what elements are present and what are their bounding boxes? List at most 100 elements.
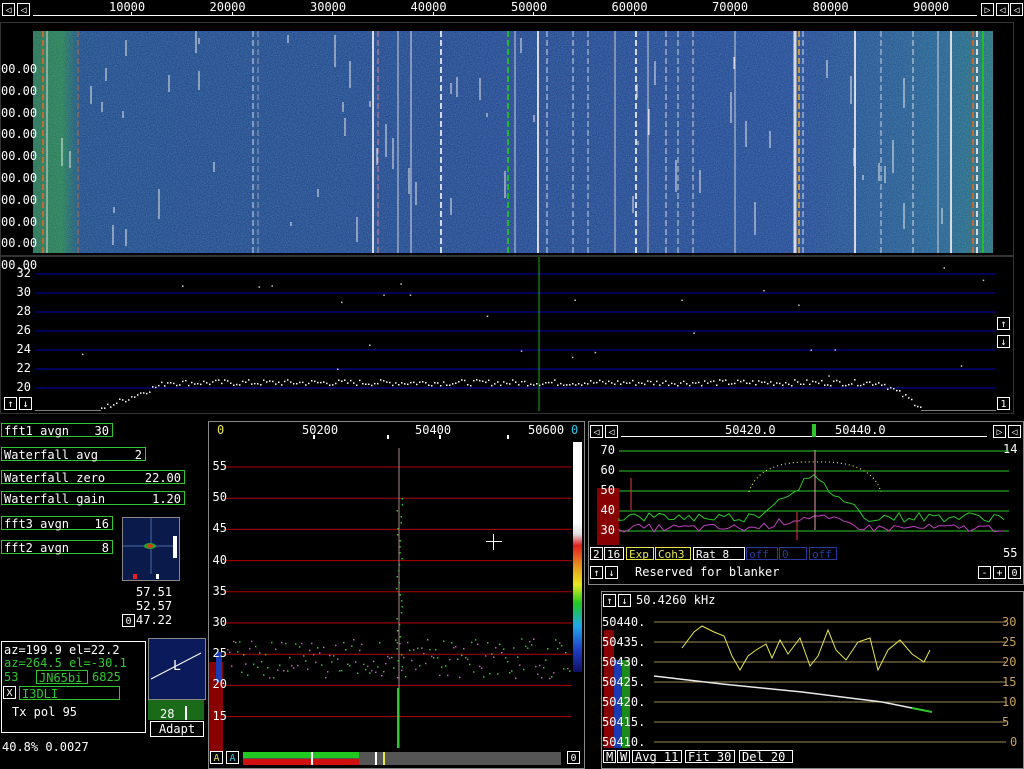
hires-plot[interactable] — [589, 440, 1009, 545]
mini-spectrum-plot[interactable] — [122, 517, 180, 581]
blanker-minus-button[interactable]: - — [978, 566, 991, 579]
mini-readout-3: 47.22 — [136, 613, 173, 627]
station-distance: 6825 — [92, 670, 121, 684]
baseband-a-button-1[interactable]: A — [210, 751, 223, 764]
baseband-panel: 0 50200 50400 50600 0 55 50 45 40 35 30 25 20 15 — [208, 421, 585, 769]
baseband-a-button-2[interactable]: A — [226, 751, 239, 764]
blanker-plus-button[interactable]: + — [993, 566, 1006, 579]
freqtrack-left-label: 50440. — [602, 615, 646, 629]
blanker-zero-button[interactable]: 0 — [1008, 566, 1021, 579]
freq-tick-mark — [332, 12, 333, 16]
hires-up-button[interactable]: ↑ — [590, 566, 603, 579]
baseband-y-label: 45 — [212, 521, 227, 536]
freq-tick-label: 50000 — [511, 0, 548, 14]
hires-control-3[interactable]: Coh3 — [655, 547, 691, 561]
spectrum-zoom-down-button[interactable]: ↓ — [997, 335, 1010, 348]
spectrum-mode-button[interactable]: 1 — [997, 397, 1010, 410]
freq-tick-label: 10000 — [109, 0, 146, 14]
hires-control-2[interactable]: Exp — [626, 547, 654, 561]
freq-tick-mark — [834, 12, 836, 16]
waterfall-zero-field[interactable]: Waterfall zero 22.00 — [1, 470, 185, 485]
freqtrack-left-label: 50435. — [602, 635, 646, 649]
waterfall-panel[interactable]: 00.00 00.00 00.00 00.00 00.00 00.00 00.00 00.00… — [0, 22, 1014, 272]
hires-down-button[interactable]: ↓ — [605, 566, 618, 579]
freqtrack-right-label: 0 — [1010, 735, 1018, 749]
waterfall-avg-field[interactable]: Waterfall avg 2 — [1, 447, 146, 462]
fft1-avgn-label: fft1 avgn — [4, 424, 70, 438]
hires-control-1[interactable]: 16 — [604, 547, 624, 561]
clear-call-button[interactable]: X — [3, 686, 16, 699]
waterfall-gain-label: Waterfall gain — [4, 492, 106, 506]
baseband-level-bar — [243, 752, 561, 765]
hires-scale-line — [621, 436, 987, 437]
adapt-button[interactable]: Adapt — [150, 721, 204, 737]
freqtrack-right-label: 25 — [1002, 635, 1017, 649]
waterfall-gain-field[interactable]: Waterfall gain 1.20 — [1, 491, 185, 506]
freqtrack-bottom-0[interactable]: M — [603, 750, 616, 764]
scroll-right-button-2[interactable]: ◁ — [996, 3, 1009, 16]
fft1-avgn-field[interactable]: fft1 avgn 30 — [1, 423, 113, 438]
hires-control-0[interactable]: 2 — [590, 547, 603, 561]
baseband-freq-tick: 50200 — [302, 423, 339, 437]
freqtrack-bottom-3[interactable]: Fit 30 — [685, 750, 735, 764]
freqtrack-panel: ↑ ↓ 50.4260 kHz 50440. 50435. 50430. 50425.… — [601, 591, 1024, 769]
fft1-avgn-value: 30 — [94, 424, 109, 438]
hires-right-value: 55 — [1003, 546, 1018, 560]
spectrum-plot[interactable] — [1, 257, 1001, 411]
fft3-avgn-field[interactable]: fft3 avgn 16 — [1, 516, 113, 531]
baseband-plot[interactable] — [209, 438, 584, 768]
baseband-y-label: 20 — [212, 677, 227, 692]
hires-right-button-2[interactable]: ◁ — [1008, 425, 1021, 438]
hires-control-7[interactable]: off — [809, 547, 837, 561]
freqtrack-right-label: 20 — [1002, 655, 1017, 669]
spectrum-scroll-up-button[interactable]: ↑ — [4, 397, 17, 410]
scroll-right-button-3[interactable]: ◁ — [1010, 3, 1023, 16]
station-azel-1: az=199.9 el=22.2 — [4, 643, 120, 657]
baseband-y-label: 30 — [212, 615, 227, 629]
waterfall-time-label: 00.00 — [1, 171, 38, 185]
hires-control-5[interactable]: off — [746, 547, 778, 561]
freqtrack-bottom-4[interactable]: Del 20 — [739, 750, 793, 764]
hires-control-4[interactable]: Rat 8 — [693, 547, 745, 561]
mini-readout-1: 57.51 — [136, 585, 173, 599]
waterfall-time-label: 00.00 — [1, 62, 38, 76]
waterfall-time-label: 00.00 — [1, 214, 38, 229]
fft2-avgn-field[interactable]: fft2 avgn 8 — [1, 540, 113, 555]
freqtrack-down-button[interactable]: ↓ — [618, 594, 631, 607]
scroll-left-button-2[interactable]: ◁ — [17, 3, 30, 16]
waterfall-avg-label: Waterfall avg — [4, 448, 98, 462]
scroll-left-button[interactable]: ◁ — [2, 3, 15, 16]
hires-right-button-1[interactable]: ▷ — [993, 425, 1006, 438]
baseband-y-label: 15 — [212, 708, 227, 723]
fft2-avgn-label: fft2 avgn — [4, 541, 70, 555]
baseband-zero-button[interactable]: 0 — [567, 751, 580, 764]
scroll-right-button[interactable]: ▷ — [981, 3, 994, 16]
mini-readout-2: 52.57 — [136, 599, 173, 613]
freqtrack-bottom-2[interactable]: Avg 11 — [632, 750, 682, 764]
freqtrack-title: 50.4260 kHz — [636, 593, 716, 607]
fft3-avgn-label: fft3 avgn — [4, 517, 70, 531]
freq-tick-label: 80000 — [812, 0, 849, 14]
spectrum-y-label: 20 — [16, 380, 31, 394]
mini-reset-button[interactable]: 0 — [122, 614, 135, 627]
baseband-y-label: 25 — [212, 646, 227, 661]
hires-left-button-1[interactable]: ◁ — [590, 425, 603, 438]
freqtrack-left-label: 50410. — [602, 735, 646, 749]
hires-y-label: 30 — [600, 523, 615, 537]
spectrum-scroll-down-button[interactable]: ↓ — [19, 397, 32, 410]
freqtrack-up-button[interactable]: ↑ — [603, 594, 616, 607]
station-number: 53 — [4, 670, 19, 684]
waterfall-time-label: 00.00 — [1, 127, 38, 142]
freqtrack-plot[interactable] — [602, 610, 1023, 750]
waterfall-image[interactable] — [33, 31, 993, 253]
freqtrack-bottom-1[interactable]: W — [617, 750, 630, 764]
callsign-field[interactable]: I3DLI — [19, 686, 120, 701]
hires-control-6[interactable]: 0 — [779, 547, 807, 561]
locator-field[interactable]: JN65bi — [36, 670, 88, 685]
freqtrack-right-label: 15 — [1002, 675, 1017, 689]
freqtrack-left-label: 50415. — [602, 715, 646, 729]
spectrum-zoom-up-button[interactable]: ↑ — [997, 317, 1010, 330]
polarization-value: 28 — [160, 707, 175, 721]
hires-left-button-2[interactable]: ◁ — [605, 425, 618, 438]
status-readout: 40.8% 0.0027 — [2, 740, 89, 754]
